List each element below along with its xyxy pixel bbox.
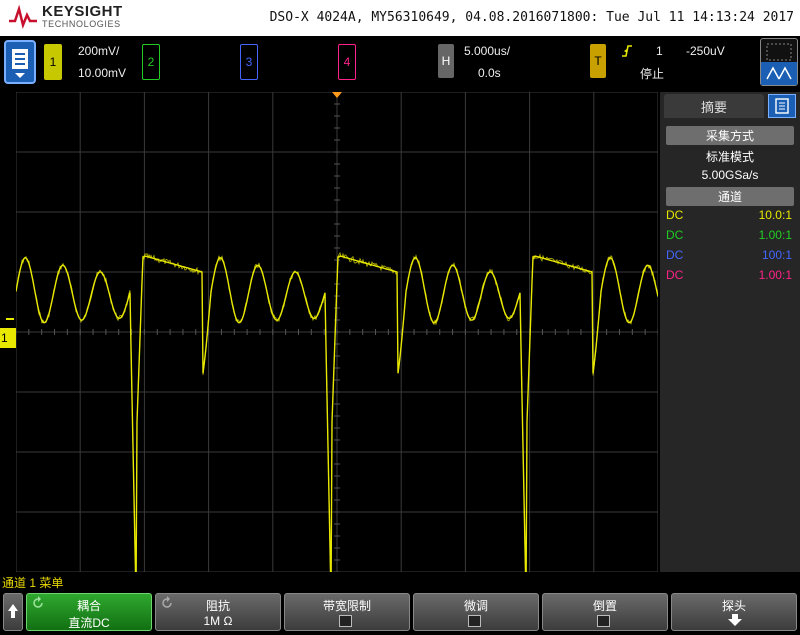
list-icon [775,98,789,114]
channel-4-probe-ratio: 1.00:1 [758,268,792,282]
channel-2-probe-ratio: 1.00:1 [758,228,792,242]
channel-4-coupling: DC [666,268,684,282]
title-bar: KEYSIGHT TECHNOLOGIES DSO-X 4024A, MY563… [0,0,800,36]
softkey-impedance-value: 1M Ω [203,614,233,628]
softkey-fine-label: 微调 [463,599,488,613]
tab-summary-label: 摘要 [700,99,727,115]
brand-subtitle: TECHNOLOGIES [42,19,121,29]
invert-checkbox[interactable] [597,615,610,627]
channel-3-probe-ratio: 100:1 [761,248,792,262]
softkey-bw-limit[interactable]: 带宽限制 [284,593,410,631]
sample-rate: 5.00GSa/s [701,168,759,182]
acquisition-header: 采集方式 [666,126,794,145]
ch1-offset: 10.00mV [78,66,127,80]
softkey-coupling[interactable]: 耦合 直流DC [26,593,152,631]
instrument-info: DSO-X 4024A, MY56310649, 04.08.201607180… [269,10,794,25]
softkey-bw-limit-label: 带宽限制 [322,599,371,613]
bw-limit-checkbox[interactable] [339,615,352,627]
brand-name: KEYSIGHT [42,3,123,20]
softkey-fine[interactable]: 微调 [413,593,539,631]
up-arrow-icon [8,604,18,618]
waveform-icon [766,66,792,80]
submenu-arrow-icon [728,614,742,626]
menu-list-icon [12,49,28,78]
timebase-scale: 5.000us/ [464,44,511,58]
rising-edge-icon [622,45,632,57]
menu-title: 通道 1 菜单 [2,576,64,590]
softkey-invert-label: 倒置 [592,599,617,613]
waveform-display[interactable] [16,92,658,572]
timebase-delay: 0.0s [478,66,501,80]
ch1-ground-label: 1 [1,331,8,345]
ch2-button[interactable]: 2 [142,44,160,80]
acquisition-state: 停止 [640,67,665,81]
channel-1-probe-ratio: 10.0:1 [758,208,792,222]
ch1-ground-marker[interactable]: 1 [0,328,16,348]
acquisition-mode: 标准模式 [705,150,754,164]
ch4-button[interactable]: 4 [338,44,356,80]
trigger-level: -250uV [686,44,725,58]
softkey-invert[interactable]: 倒置 [542,593,668,631]
ch4-number: 4 [343,55,351,69]
softkey-coupling-label: 耦合 [76,599,101,613]
status-bar [0,36,800,90]
softkey-impedance-label: 阻抗 [205,599,230,613]
trigger-button[interactable]: T [590,44,606,78]
channel-1-coupling: DC [666,208,684,222]
trigger-source: 1 [656,44,663,58]
channels-header: 通道 [666,187,794,206]
softkey-probe[interactable]: 探头 [671,593,797,631]
grid-icon [766,43,792,61]
back-button[interactable] [3,593,23,631]
main-menu-button[interactable] [4,40,36,84]
trigger-position-marker [332,92,342,98]
ch1-button[interactable]: 1 [44,44,62,80]
softkey-coupling-value: 直流DC [68,616,110,630]
horizontal-label: H [441,54,451,68]
horizontal-button[interactable]: H [438,44,454,78]
graticule [16,92,658,572]
softkey-impedance[interactable]: 阻抗 1M Ω [155,593,281,631]
ch1-number: 1 [49,55,57,69]
tab-summary[interactable]: 摘要 [664,94,764,118]
channel-3-coupling: DC [666,248,684,262]
trigger-level-marker [6,318,14,320]
fine-checkbox[interactable] [468,615,481,627]
waveform-view-button[interactable] [761,62,797,85]
trigger-label: T [594,54,602,68]
ch1-scale: 200mV/ [78,44,120,58]
keysight-logo-icon [9,5,37,29]
ch3-button[interactable]: 3 [240,44,258,80]
ch3-number: 3 [245,55,253,69]
ch2-number: 2 [147,55,155,69]
side-menu-button[interactable] [768,94,796,118]
channel-2-coupling: DC [666,228,684,242]
softkey-probe-label: 探头 [721,599,746,613]
